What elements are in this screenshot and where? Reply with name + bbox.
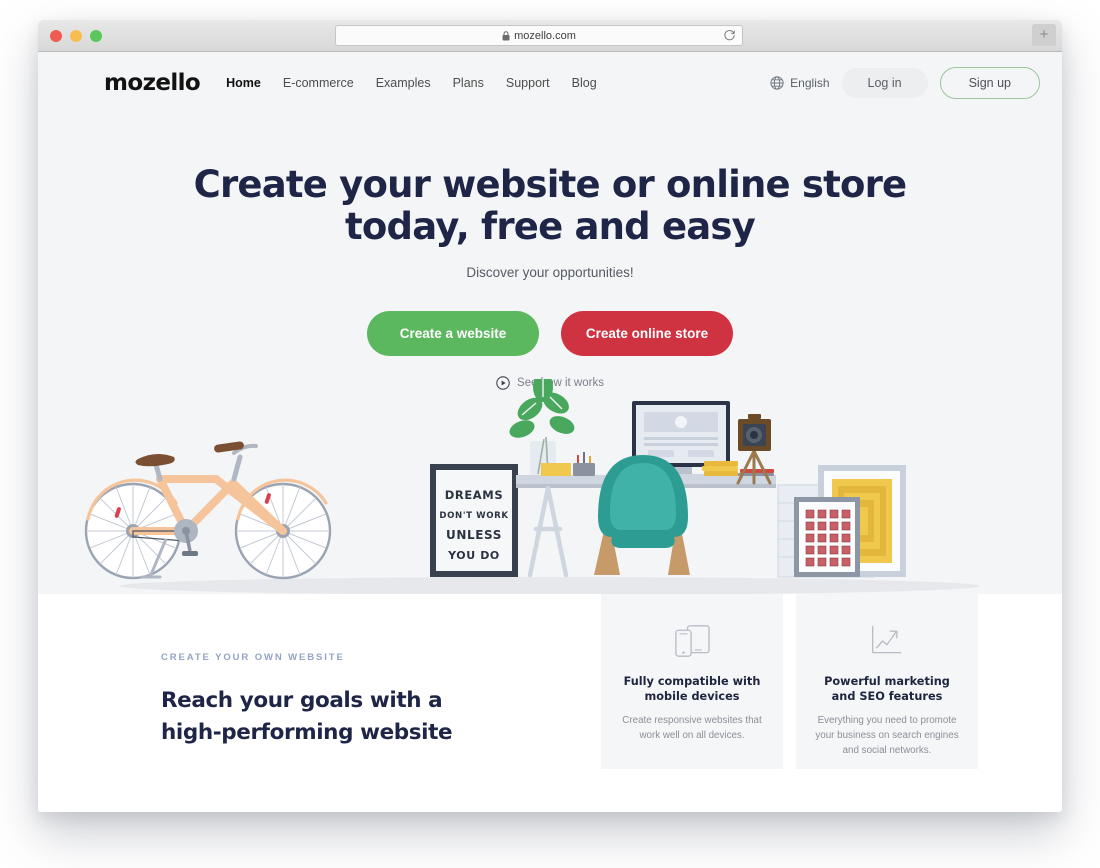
- hero-illustration: DREAMS DON'T WORK UNLESS YOU DO: [84, 379, 980, 594]
- login-button[interactable]: Log in: [841, 68, 928, 98]
- feature-card-seo[interactable]: Powerful marketing and SEO features Ever…: [796, 594, 978, 769]
- mobile-devices-icon: [675, 625, 710, 657]
- hero-cta-group: Create a website Create online store: [38, 310, 1062, 356]
- poster-line-3: UNLESS: [446, 528, 502, 542]
- feature-card-list: Fully compatible with mobile devices Cre…: [601, 594, 978, 769]
- feature-description: Create responsive websites that work wel…: [622, 715, 762, 741]
- desk-scene: [509, 379, 906, 578]
- section-eyebrow: CREATE YOUR OWN WEBSITE: [161, 652, 345, 663]
- minimize-window-button[interactable]: [70, 30, 82, 42]
- hero-title-line2: today, free and easy: [345, 204, 756, 248]
- floor-shadow: [120, 577, 980, 594]
- site-logo[interactable]: mozello: [104, 71, 201, 95]
- chair: [594, 455, 690, 575]
- hero-section: mozello Home E-commerce Examples Plans S…: [38, 52, 1062, 594]
- poster-line-2: DON'T WORK: [439, 511, 508, 521]
- plant: [509, 379, 575, 475]
- dreams-poster: DREAMS DON'T WORK UNLESS YOU DO: [430, 464, 518, 577]
- feature-card-mobile[interactable]: Fully compatible with mobile devices Cre…: [601, 594, 783, 769]
- nav-item-blog[interactable]: Blog: [572, 76, 597, 90]
- site-header: mozello Home E-commerce Examples Plans S…: [38, 52, 1062, 114]
- create-website-button[interactable]: Create a website: [367, 310, 539, 356]
- feature-icon-wrapper: [812, 620, 962, 662]
- nav-item-examples[interactable]: Examples: [376, 76, 431, 90]
- address-bar[interactable]: mozello.com: [335, 25, 743, 46]
- hero-title: Create your website or online store toda…: [38, 164, 1062, 248]
- reload-icon[interactable]: [723, 29, 736, 42]
- feature-icon-wrapper: [617, 620, 767, 662]
- browser-chrome: mozello.com +: [38, 20, 1062, 52]
- create-online-store-button[interactable]: Create online store: [561, 310, 733, 356]
- hero-subtitle: Discover your opportunities!: [466, 264, 634, 280]
- grid-poster: [794, 497, 860, 577]
- page-viewport: mozello Home E-commerce Examples Plans S…: [38, 52, 1062, 812]
- poster-line-1: DREAMS: [445, 488, 503, 502]
- pencil-cup: [573, 452, 595, 476]
- window-controls: [50, 30, 102, 42]
- section-title-line1: Reach your goals with a: [161, 688, 443, 713]
- feature-title: Fully compatible with mobile devices: [623, 675, 761, 704]
- hero-title-line1: Create your website or online store: [193, 163, 908, 206]
- language-label: English: [790, 76, 830, 90]
- bicycle-illustration: [84, 441, 332, 580]
- features-section: CREATE YOUR OWN WEBSITE Reach your goals…: [38, 594, 1062, 812]
- section-intro: CREATE YOUR OWN WEBSITE Reach your goals…: [161, 652, 541, 748]
- section-title: Reach your goals with a high-performing …: [161, 685, 541, 748]
- maximize-window-button[interactable]: [90, 30, 102, 42]
- nav-item-plans[interactable]: Plans: [453, 76, 484, 90]
- nav-item-ecommerce[interactable]: E-commerce: [283, 76, 354, 90]
- address-bar-url: mozello.com: [514, 29, 576, 42]
- feature-description: Everything you need to promote your busi…: [815, 715, 959, 756]
- section-title-line2: high-performing website: [161, 719, 453, 745]
- header-actions: English Log in Sign up: [770, 67, 1040, 99]
- poster-line-4: YOU DO: [447, 549, 500, 562]
- language-switcher[interactable]: English: [770, 76, 830, 90]
- hero-copy: Create your website or online store toda…: [38, 114, 1062, 390]
- main-navigation: Home E-commerce Examples Plans Support B…: [226, 76, 597, 90]
- nav-item-support[interactable]: Support: [506, 76, 550, 90]
- nav-item-home[interactable]: Home: [226, 76, 261, 90]
- vintage-camera: [736, 414, 772, 485]
- feature-title: Powerful marketing and SEO features: [824, 675, 950, 704]
- browser-window: mozello.com + mozello Home E-commerce Ex…: [38, 20, 1062, 812]
- close-window-button[interactable]: [50, 30, 62, 42]
- new-tab-button[interactable]: +: [1032, 24, 1056, 46]
- growth-chart-icon: [872, 625, 902, 654]
- yellow-box: [541, 463, 571, 476]
- signup-button[interactable]: Sign up: [939, 67, 1040, 99]
- lock-icon: [502, 30, 510, 40]
- globe-icon: [770, 76, 784, 90]
